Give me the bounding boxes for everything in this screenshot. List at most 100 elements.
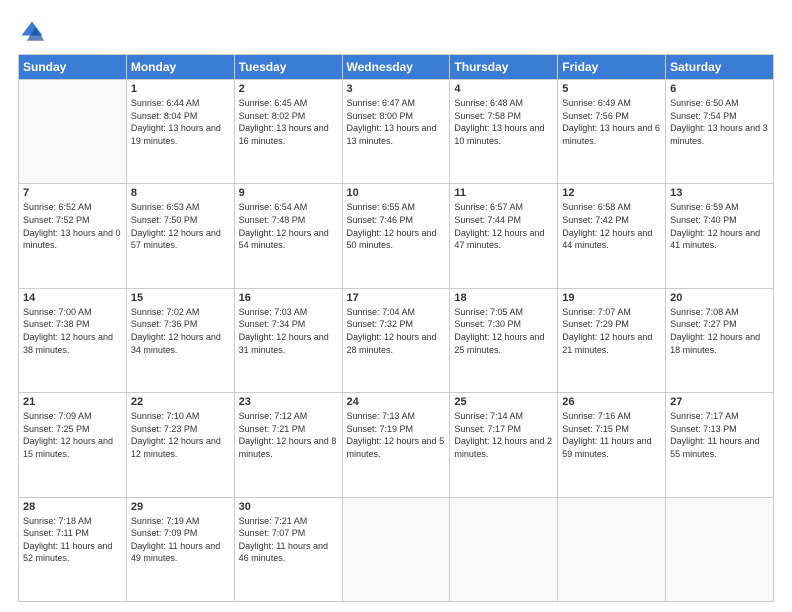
day-info: Sunrise: 7:10 AMSunset: 7:23 PMDaylight:… (131, 410, 230, 460)
day-info: Sunrise: 7:18 AMSunset: 7:11 PMDaylight:… (23, 515, 122, 565)
header (18, 18, 774, 46)
day-info: Sunrise: 6:58 AMSunset: 7:42 PMDaylight:… (562, 201, 661, 251)
calendar-cell: 25 Sunrise: 7:14 AMSunset: 7:17 PMDayligh… (450, 393, 558, 497)
day-info: Sunrise: 7:17 AMSunset: 7:13 PMDaylight:… (670, 410, 769, 460)
calendar-week-1: 1 Sunrise: 6:44 AMSunset: 8:04 PMDaylight… (19, 80, 774, 184)
weekday-header-saturday: Saturday (666, 55, 774, 80)
calendar-cell (666, 497, 774, 601)
calendar-cell: 22 Sunrise: 7:10 AMSunset: 7:23 PMDayligh… (126, 393, 234, 497)
day-number: 3 (347, 83, 446, 95)
day-number: 26 (562, 396, 661, 408)
calendar-cell: 4 Sunrise: 6:48 AMSunset: 7:58 PMDaylight… (450, 80, 558, 184)
calendar-cell: 23 Sunrise: 7:12 AMSunset: 7:21 PMDayligh… (234, 393, 342, 497)
day-info: Sunrise: 6:44 AMSunset: 8:04 PMDaylight:… (131, 97, 230, 147)
calendar-cell: 3 Sunrise: 6:47 AMSunset: 8:00 PMDaylight… (342, 80, 450, 184)
calendar-cell: 18Sunrise: 7:05 AMSunset: 7:30 PMDayligh… (450, 288, 558, 392)
calendar-cell: 17 Sunrise: 7:04 AMSunset: 7:32 PMDayligh… (342, 288, 450, 392)
weekday-header-wednesday: Wednesday (342, 55, 450, 80)
day-info: Sunrise: 7:08 AMSunset: 7:27 PMDaylight:… (670, 306, 769, 356)
day-number: 1 (131, 83, 230, 95)
calendar-cell: 20 Sunrise: 7:08 AMSunset: 7:27 PMDayligh… (666, 288, 774, 392)
day-number: 14 (23, 292, 122, 304)
day-number: 22 (131, 396, 230, 408)
calendar-cell: 28 Sunrise: 7:18 AMSunset: 7:11 PMDayligh… (19, 497, 127, 601)
day-number: 23 (239, 396, 338, 408)
day-info: Sunrise: 7:21 AMSunset: 7:07 PMDaylight:… (239, 515, 338, 565)
calendar-cell: 5 Sunrise: 6:49 AMSunset: 7:56 PMDaylight… (558, 80, 666, 184)
day-number: 6 (670, 83, 769, 95)
day-number: 25 (454, 396, 553, 408)
day-info: Sunrise: 7:07 AMSunset: 7:29 PMDaylight:… (562, 306, 661, 356)
day-info: Sunrise: 7:04 AMSunset: 7:32 PMDaylight:… (347, 306, 446, 356)
weekday-header-thursday: Thursday (450, 55, 558, 80)
calendar-cell: 1 Sunrise: 6:44 AMSunset: 8:04 PMDaylight… (126, 80, 234, 184)
day-info: Sunrise: 7:05 AMSunset: 7:30 PMDaylight:… (454, 306, 553, 356)
calendar-cell: 11Sunrise: 6:57 AMSunset: 7:44 PMDayligh… (450, 184, 558, 288)
day-info: Sunrise: 7:02 AMSunset: 7:36 PMDaylight:… (131, 306, 230, 356)
day-info: Sunrise: 7:12 AMSunset: 7:21 PMDaylight:… (239, 410, 338, 460)
calendar-cell: 29 Sunrise: 7:19 AMSunset: 7:09 PMDayligh… (126, 497, 234, 601)
day-info: Sunrise: 6:53 AMSunset: 7:50 PMDaylight:… (131, 201, 230, 251)
day-info: Sunrise: 6:59 AMSunset: 7:40 PMDaylight:… (670, 201, 769, 251)
calendar-week-3: 14 Sunrise: 7:00 AMSunset: 7:38 PMDayligh… (19, 288, 774, 392)
calendar-week-2: 7Sunrise: 6:52 AMSunset: 7:52 PMDaylight… (19, 184, 774, 288)
day-number: 20 (670, 292, 769, 304)
calendar-cell: 21 Sunrise: 7:09 AMSunset: 7:25 PMDayligh… (19, 393, 127, 497)
day-info: Sunrise: 6:49 AMSunset: 7:56 PMDaylight:… (562, 97, 661, 147)
weekday-header-sunday: Sunday (19, 55, 127, 80)
day-info: Sunrise: 6:54 AMSunset: 7:48 PMDaylight:… (239, 201, 338, 251)
logo (18, 18, 50, 46)
calendar-cell (19, 80, 127, 184)
day-info: Sunrise: 6:50 AMSunset: 7:54 PMDaylight:… (670, 97, 769, 147)
calendar-cell: 7Sunrise: 6:52 AMSunset: 7:52 PMDaylight… (19, 184, 127, 288)
day-info: Sunrise: 7:14 AMSunset: 7:17 PMDaylight:… (454, 410, 553, 460)
day-number: 13 (670, 187, 769, 199)
day-number: 29 (131, 501, 230, 513)
day-info: Sunrise: 6:48 AMSunset: 7:58 PMDaylight:… (454, 97, 553, 147)
day-info: Sunrise: 7:00 AMSunset: 7:38 PMDaylight:… (23, 306, 122, 356)
calendar-cell: 8 Sunrise: 6:53 AMSunset: 7:50 PMDaylight… (126, 184, 234, 288)
day-number: 19 (562, 292, 661, 304)
weekday-header-row: SundayMondayTuesdayWednesdayThursdayFrid… (19, 55, 774, 80)
calendar-table: SundayMondayTuesdayWednesdayThursdayFrid… (18, 54, 774, 602)
day-number: 17 (347, 292, 446, 304)
calendar-cell: 15Sunrise: 7:02 AMSunset: 7:36 PMDayligh… (126, 288, 234, 392)
day-number: 12 (562, 187, 661, 199)
day-number: 4 (454, 83, 553, 95)
day-number: 16 (239, 292, 338, 304)
day-info: Sunrise: 7:03 AMSunset: 7:34 PMDaylight:… (239, 306, 338, 356)
weekday-header-monday: Monday (126, 55, 234, 80)
day-number: 8 (131, 187, 230, 199)
day-info: Sunrise: 6:57 AMSunset: 7:44 PMDaylight:… (454, 201, 553, 251)
day-number: 9 (239, 187, 338, 199)
day-info: Sunrise: 7:09 AMSunset: 7:25 PMDaylight:… (23, 410, 122, 460)
logo-icon (18, 18, 46, 46)
calendar-cell (342, 497, 450, 601)
day-number: 10 (347, 187, 446, 199)
calendar-cell: 12 Sunrise: 6:58 AMSunset: 7:42 PMDayligh… (558, 184, 666, 288)
calendar-cell: 13 Sunrise: 6:59 AMSunset: 7:40 PMDayligh… (666, 184, 774, 288)
calendar-cell: 2Sunrise: 6:45 AMSunset: 8:02 PMDaylight… (234, 80, 342, 184)
calendar-cell (558, 497, 666, 601)
calendar-cell: 14 Sunrise: 7:00 AMSunset: 7:38 PMDayligh… (19, 288, 127, 392)
calendar-cell (450, 497, 558, 601)
calendar-cell: 19 Sunrise: 7:07 AMSunset: 7:29 PMDayligh… (558, 288, 666, 392)
day-number: 27 (670, 396, 769, 408)
day-info: Sunrise: 6:55 AMSunset: 7:46 PMDaylight:… (347, 201, 446, 251)
day-number: 7 (23, 187, 122, 199)
day-info: Sunrise: 7:19 AMSunset: 7:09 PMDaylight:… (131, 515, 230, 565)
calendar-cell: 16 Sunrise: 7:03 AMSunset: 7:34 PMDayligh… (234, 288, 342, 392)
day-number: 21 (23, 396, 122, 408)
day-info: Sunrise: 6:45 AMSunset: 8:02 PMDaylight:… (239, 97, 338, 147)
calendar-week-5: 28 Sunrise: 7:18 AMSunset: 7:11 PMDayligh… (19, 497, 774, 601)
day-number: 5 (562, 83, 661, 95)
calendar-cell: 26Sunrise: 7:16 AMSunset: 7:15 PMDayligh… (558, 393, 666, 497)
day-info: Sunrise: 7:13 AMSunset: 7:19 PMDaylight:… (347, 410, 446, 460)
calendar-cell: 30 Sunrise: 7:21 AMSunset: 7:07 PMDayligh… (234, 497, 342, 601)
weekday-header-friday: Friday (558, 55, 666, 80)
calendar-cell: 24Sunrise: 7:13 AMSunset: 7:19 PMDayligh… (342, 393, 450, 497)
day-number: 30 (239, 501, 338, 513)
day-number: 28 (23, 501, 122, 513)
calendar-cell: 27 Sunrise: 7:17 AMSunset: 7:13 PMDayligh… (666, 393, 774, 497)
day-info: Sunrise: 6:47 AMSunset: 8:00 PMDaylight:… (347, 97, 446, 147)
